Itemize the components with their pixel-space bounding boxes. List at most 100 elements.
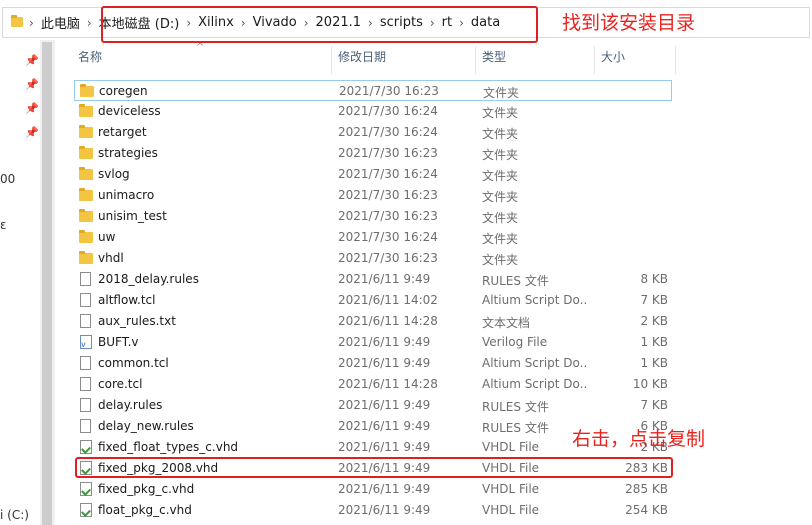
nav-item-drive-c[interactable]: i (C:) bbox=[0, 508, 29, 522]
sort-ascending-icon: ^ bbox=[196, 42, 205, 53]
file-name: unimacro bbox=[98, 188, 155, 202]
verilog-file-icon bbox=[79, 335, 93, 350]
file-icon bbox=[79, 272, 93, 287]
file-name: svlog bbox=[98, 167, 130, 181]
modified-date: 2021/7/30 16:23 bbox=[339, 84, 439, 98]
pin-icon[interactable]: 📌 bbox=[25, 54, 39, 67]
pin-icon[interactable]: 📌 bbox=[25, 78, 39, 91]
file-size: 254 KB bbox=[625, 503, 668, 517]
folder-row[interactable]: vhdl 2021/7/30 16:23 文件夹 bbox=[74, 248, 672, 269]
modified-date: 2021/6/11 9:49 bbox=[338, 272, 431, 286]
nav-item-partial[interactable]: ε bbox=[0, 218, 7, 232]
file-name: common.tcl bbox=[98, 356, 169, 370]
file-row[interactable]: 2018_delay.rules 2021/6/11 9:49 RULES 文件 8 … bbox=[74, 269, 672, 290]
file-row[interactable]: core.tcl 2021/6/11 14:28 Altium Script Do.… bbox=[74, 374, 672, 395]
column-header-date[interactable]: 修改日期 bbox=[338, 48, 386, 74]
file-row[interactable]: aux_rules.txt 2021/6/11 14:28 文本文档 2 KB bbox=[74, 311, 672, 332]
folder-icon bbox=[79, 188, 93, 203]
file-size: 1 KB bbox=[640, 356, 668, 370]
folder-row[interactable]: unimacro 2021/7/30 16:23 文件夹 bbox=[74, 185, 672, 206]
folder-icon bbox=[79, 125, 93, 140]
file-size: 10 KB bbox=[632, 377, 668, 391]
nav-item-partial[interactable]: 00 bbox=[0, 172, 15, 186]
file-type: VHDL File bbox=[482, 482, 540, 496]
nav-scrollbar-thumb[interactable] bbox=[42, 42, 52, 525]
folder-row[interactable]: uw 2021/7/30 16:24 文件夹 bbox=[74, 227, 672, 248]
file-row[interactable]: fixed_pkg_c.vhd 2021/6/11 9:49 VHDL File 28… bbox=[74, 479, 672, 500]
modified-date: 2021/7/30 16:23 bbox=[338, 146, 438, 160]
column-divider[interactable] bbox=[475, 46, 476, 74]
file-name: coregen bbox=[99, 84, 148, 98]
pin-icon[interactable]: 📌 bbox=[25, 126, 39, 139]
file-name: float_pkg_c.vhd bbox=[98, 503, 192, 517]
file-row[interactable]: BUFT.v 2021/6/11 9:49 Verilog File 1 KB bbox=[74, 332, 672, 353]
folder-row[interactable]: svlog 2021/7/30 16:24 文件夹 bbox=[74, 164, 672, 185]
modified-date: 2021/6/11 9:49 bbox=[338, 356, 431, 370]
column-header-name[interactable]: 名称 bbox=[78, 48, 102, 74]
file-type: 文件夹 bbox=[483, 86, 520, 100]
file-name: unisim_test bbox=[98, 209, 167, 223]
column-divider[interactable] bbox=[331, 46, 332, 74]
file-name: uw bbox=[98, 230, 116, 244]
column-header-type[interactable]: 类型 bbox=[482, 48, 506, 74]
file-name: core.tcl bbox=[98, 377, 143, 391]
folder-icon bbox=[79, 251, 93, 266]
file-name: aux_rules.txt bbox=[98, 314, 176, 328]
breadcrumb-item[interactable]: 此电脑 bbox=[36, 13, 85, 32]
file-size: 1 KB bbox=[640, 335, 668, 349]
file-row[interactable]: delay.rules 2021/6/11 9:49 RULES 文件 7 KB bbox=[74, 395, 672, 416]
folder-icon bbox=[11, 15, 23, 27]
modified-date: 2021/7/30 16:23 bbox=[338, 251, 438, 265]
file-name: 2018_delay.rules bbox=[98, 272, 199, 286]
file-size: 7 KB bbox=[640, 293, 668, 307]
column-divider[interactable] bbox=[675, 46, 676, 74]
file-name: vhdl bbox=[98, 251, 124, 265]
file-name: delay_new.rules bbox=[98, 419, 194, 433]
file-size: 7 KB bbox=[640, 398, 668, 412]
modified-date: 2021/6/11 9:49 bbox=[338, 482, 431, 496]
annotation-find-directory: 找到该安装目录 bbox=[562, 12, 696, 34]
modified-date: 2021/7/30 16:23 bbox=[338, 209, 438, 223]
column-divider[interactable] bbox=[594, 46, 595, 74]
annotation-right-click-copy: 右击，点击复制 bbox=[572, 428, 706, 450]
file-type: 文件夹 bbox=[482, 253, 519, 267]
folder-row[interactable]: coregen 2021/7/30 16:23 文件夹 bbox=[74, 80, 672, 101]
vhdl-file-icon bbox=[79, 482, 93, 497]
modified-date: 2021/7/30 16:24 bbox=[338, 104, 438, 118]
modified-date: 2021/6/11 9:49 bbox=[338, 398, 431, 412]
folder-icon bbox=[79, 230, 93, 245]
folder-icon bbox=[79, 209, 93, 224]
pin-icon[interactable]: 📌 bbox=[25, 102, 39, 115]
file-name: altflow.tcl bbox=[98, 293, 156, 307]
folder-row[interactable]: deviceless 2021/7/30 16:24 文件夹 bbox=[74, 101, 672, 122]
folder-icon bbox=[80, 84, 94, 99]
file-type: Verilog File bbox=[482, 335, 548, 349]
modified-date: 2021/6/11 14:28 bbox=[338, 377, 438, 391]
chevron-right-icon[interactable]: › bbox=[85, 16, 94, 30]
file-type: 文件夹 bbox=[482, 232, 519, 246]
folder-icon bbox=[79, 167, 93, 182]
folder-row[interactable]: retarget 2021/7/30 16:24 文件夹 bbox=[74, 122, 672, 143]
folder-icon bbox=[79, 146, 93, 161]
chevron-right-icon[interactable]: › bbox=[27, 16, 36, 30]
modified-date: 2021/6/11 14:28 bbox=[338, 314, 438, 328]
file-type: 文本文档 bbox=[482, 316, 531, 330]
file-type: 文件夹 bbox=[482, 190, 519, 204]
file-row[interactable]: common.tcl 2021/6/11 9:49 Altium Script Do… bbox=[74, 353, 672, 374]
file-row[interactable]: altflow.tcl 2021/6/11 14:02 Altium Script … bbox=[74, 290, 672, 311]
modified-date: 2021/7/30 16:23 bbox=[338, 188, 438, 202]
file-type: Altium Script Do... bbox=[482, 356, 587, 370]
file-type: Altium Script Do... bbox=[482, 293, 587, 307]
folder-icon bbox=[79, 104, 93, 119]
file-icon bbox=[79, 377, 93, 392]
file-size: 2 KB bbox=[640, 314, 668, 328]
folder-row[interactable]: unisim_test 2021/7/30 16:23 文件夹 bbox=[74, 206, 672, 227]
file-size: 285 KB bbox=[625, 482, 668, 496]
file-row[interactable]: float_pkg_c.vhd 2021/6/11 9:49 VHDL File 25… bbox=[74, 500, 672, 521]
file-icon bbox=[79, 314, 93, 329]
vhdl-file-icon bbox=[79, 440, 93, 455]
file-icon bbox=[79, 293, 93, 308]
folder-row[interactable]: strategies 2021/7/30 16:23 文件夹 bbox=[74, 143, 672, 164]
file-name: BUFT.v bbox=[98, 335, 139, 349]
column-header-size[interactable]: 大小 bbox=[601, 48, 625, 74]
